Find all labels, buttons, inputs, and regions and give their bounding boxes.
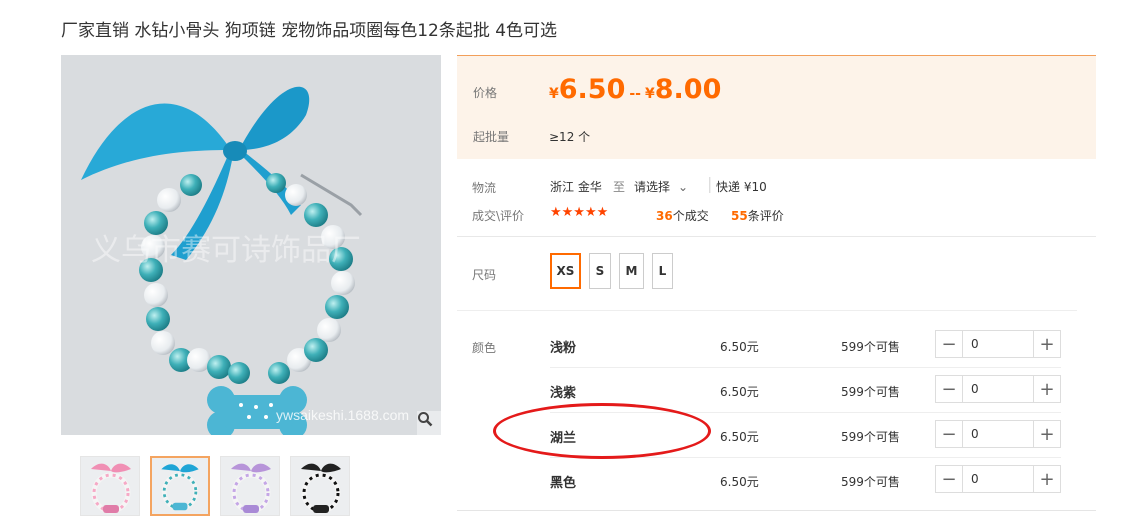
- zoom-icon[interactable]: [417, 411, 441, 435]
- color-stock: 599个可售: [841, 430, 900, 444]
- color-price: 6.50元: [720, 385, 759, 399]
- color-name: 黑色: [550, 476, 577, 491]
- quantity-input[interactable]: 0: [963, 331, 1033, 357]
- color-stock: 599个可售: [841, 475, 900, 489]
- divider-line: [457, 310, 1077, 311]
- plus-icon[interactable]: +: [1033, 331, 1060, 357]
- color-price: 6.50元: [720, 475, 759, 489]
- main-product-image[interactable]: 义乌市赛可诗饰品厂 ywsaikeshi.1688.com: [61, 55, 441, 435]
- color-stock: 599个可售: [841, 340, 900, 354]
- size-option-s[interactable]: S: [589, 253, 611, 289]
- rating-stars-icon: ★★★★★: [550, 205, 609, 220]
- quantity-stepper: − 0 +: [935, 375, 1061, 403]
- quantity-input[interactable]: 0: [963, 421, 1033, 447]
- color-row: 浅粉 6.50元 599个可售 − 0 +: [550, 323, 1061, 367]
- quantity-input[interactable]: 0: [963, 376, 1033, 402]
- svg-text:义乌市赛可诗饰品厂: 义乌市赛可诗饰品厂: [91, 233, 361, 268]
- deals-count[interactable]: 36个成交: [656, 207, 709, 224]
- price-label: 价格: [473, 86, 498, 100]
- minus-icon[interactable]: −: [936, 466, 963, 492]
- color-name: 浅粉: [550, 341, 577, 356]
- quantity-stepper: − 0 +: [935, 465, 1061, 493]
- minus-icon[interactable]: −: [936, 331, 963, 357]
- thumbnail-blue-collar[interactable]: [150, 456, 210, 516]
- moq-label: 起批量: [473, 130, 510, 144]
- necklace-illustration: 义乌市赛可诗饰品厂 ywsaikeshi.1688.com: [81, 86, 409, 435]
- size-option-xs[interactable]: XS: [550, 253, 581, 289]
- divider: |: [707, 174, 713, 193]
- size-option-l[interactable]: L: [652, 253, 673, 289]
- divider-line: [457, 236, 1096, 237]
- quantity-stepper: − 0 +: [935, 420, 1061, 448]
- reviews-label: 成交\评价: [472, 209, 525, 223]
- shipping-fee: 快递 ¥10: [716, 180, 767, 194]
- logistics-label: 物流: [472, 181, 497, 195]
- reviews-count[interactable]: 55条评价: [731, 207, 784, 224]
- highlight-ellipse: [493, 403, 711, 459]
- destination-select[interactable]: 请选择 ⌄: [634, 178, 688, 195]
- origin-location: 浙江 金华: [550, 180, 602, 194]
- thumbnail-black-collar[interactable]: [290, 456, 350, 516]
- size-label: 尺码: [472, 268, 497, 282]
- minus-icon[interactable]: −: [936, 421, 963, 447]
- color-price: 6.50元: [720, 340, 759, 354]
- thumbnail-purple-collar[interactable]: [220, 456, 280, 516]
- plus-icon[interactable]: +: [1033, 376, 1060, 402]
- to-text: 至: [613, 180, 626, 194]
- color-label: 颜色: [472, 341, 497, 355]
- plus-icon[interactable]: +: [1033, 421, 1060, 447]
- svg-text:ywsaikeshi.1688.com: ywsaikeshi.1688.com: [276, 407, 409, 423]
- color-name: 浅紫: [550, 386, 577, 401]
- color-row: 黑色 6.50元 599个可售 − 0 +: [550, 458, 1061, 502]
- chevron-down-icon: ⌄: [678, 180, 689, 194]
- plus-icon[interactable]: +: [1033, 466, 1060, 492]
- row-divider: [457, 510, 1096, 511]
- color-price: 6.50元: [720, 430, 759, 444]
- price-range: ¥6.50 -- ¥8.00: [549, 74, 722, 105]
- quantity-input[interactable]: 0: [963, 466, 1033, 492]
- product-title: 厂家直销 水钻小骨头 狗项链 宠物饰品项圈每色12条起批 4色可选: [61, 21, 558, 41]
- size-option-m[interactable]: M: [619, 253, 644, 289]
- minus-icon[interactable]: −: [936, 376, 963, 402]
- color-stock: 599个可售: [841, 385, 900, 399]
- thumbnail-strip: [80, 456, 350, 516]
- price-panel: 价格 ¥6.50 -- ¥8.00 起批量 ≥12 个: [457, 55, 1096, 159]
- quantity-stepper: − 0 +: [935, 330, 1061, 358]
- moq-value: ≥12 个: [549, 130, 591, 144]
- thumbnail-pink-collar[interactable]: [80, 456, 140, 516]
